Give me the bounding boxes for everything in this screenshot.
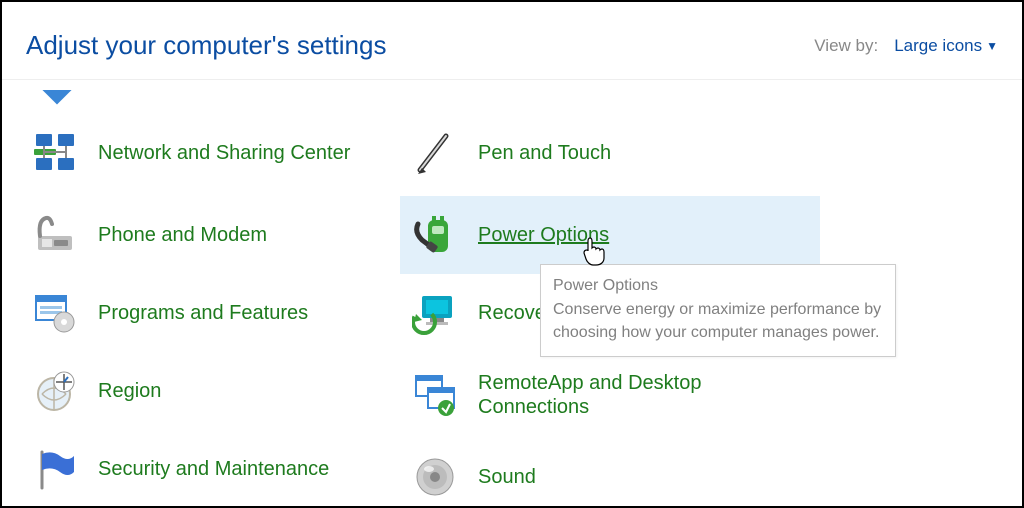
- chevron-down-icon: ▼: [986, 39, 998, 53]
- header: Adjust your computer's settings View by:…: [2, 2, 1022, 79]
- tooltip-title: Power Options: [553, 275, 883, 297]
- view-by-selector[interactable]: View by: Large icons ▼: [814, 36, 998, 56]
- item-label: Power Options: [478, 223, 609, 247]
- network-icon: [32, 130, 78, 176]
- item-remoteapp-connections[interactable]: RemoteApp and Desktop Connections: [400, 352, 820, 438]
- item-label: Phone and Modem: [98, 223, 267, 247]
- item-pen-and-touch[interactable]: Pen and Touch: [400, 110, 820, 196]
- pen-icon: [412, 130, 458, 176]
- recovery-icon: [412, 290, 458, 336]
- control-panel-window: Adjust your computer's settings View by:…: [0, 0, 1024, 508]
- view-by-label: View by:: [814, 36, 878, 56]
- item-network-sharing-center[interactable]: Network and Sharing Center: [20, 110, 400, 196]
- tooltip: Power Options Conserve energy or maximiz…: [540, 264, 896, 357]
- item-label: Pen and Touch: [478, 141, 611, 165]
- item-phone-and-modem[interactable]: Phone and Modem: [20, 196, 400, 274]
- page-title: Adjust your computer's settings: [26, 30, 386, 61]
- power-icon: [412, 212, 458, 258]
- item-label: Programs and Features: [98, 301, 308, 325]
- remoteapp-icon: [412, 372, 458, 418]
- item-programs-and-features[interactable]: Programs and Features: [20, 274, 400, 352]
- item-sound[interactable]: Sound: [400, 438, 820, 508]
- items-column-left: Network and Sharing Center Phone and Mod…: [20, 110, 400, 508]
- sound-icon: [412, 454, 458, 500]
- view-by-value[interactable]: Large icons ▼: [894, 36, 998, 56]
- region-icon: [32, 368, 78, 414]
- item-label: RemoteApp and Desktop Connections: [478, 371, 808, 419]
- item-power-options[interactable]: Power Options: [400, 196, 820, 274]
- tooltip-body: Conserve energy or maximize performance …: [553, 299, 883, 344]
- item-security-and-maintenance[interactable]: Security and Maintenance: [20, 430, 400, 508]
- view-by-value-text: Large icons: [894, 36, 982, 55]
- phone-modem-icon: [32, 212, 78, 258]
- item-label: Security and Maintenance: [98, 457, 329, 481]
- item-label: Network and Sharing Center: [98, 141, 350, 165]
- item-label: Sound: [478, 465, 536, 489]
- security-flag-icon: [32, 446, 78, 492]
- programs-icon: [32, 290, 78, 336]
- partial-item-icon: [42, 90, 78, 106]
- item-label: Region: [98, 379, 161, 403]
- item-region[interactable]: Region: [20, 352, 400, 430]
